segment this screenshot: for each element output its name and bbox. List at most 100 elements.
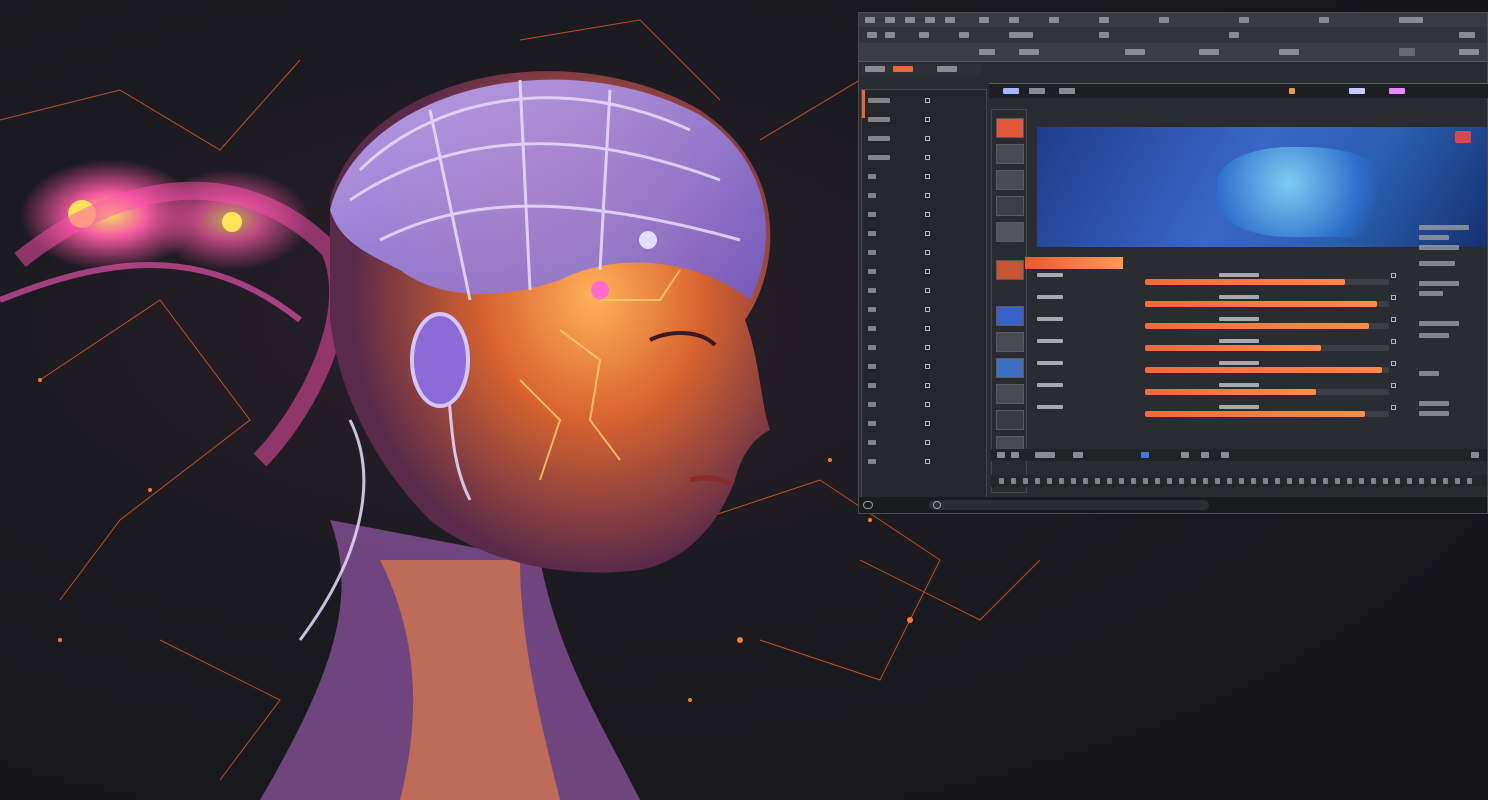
timeline-marker[interactable] [1215,478,1220,484]
timeline-marker[interactable] [1347,478,1352,484]
doc-tab[interactable] [1389,88,1405,94]
menu-item[interactable] [1399,17,1423,23]
control-button[interactable] [1073,452,1083,458]
control-button[interactable] [1141,452,1149,458]
control-button[interactable] [1181,452,1189,458]
property-checkbox[interactable] [1391,295,1396,300]
timeline-marker[interactable] [1335,478,1340,484]
checkbox[interactable] [925,364,930,369]
sidebar-row[interactable] [868,400,980,410]
tool-button[interactable] [959,32,969,38]
property-checkbox[interactable] [1391,273,1396,278]
timeline-marker[interactable] [1083,478,1088,484]
control-button[interactable] [1471,452,1479,458]
thumbnail[interactable] [996,222,1024,242]
timeline-marker[interactable] [1251,478,1256,484]
timeline-marker[interactable] [1287,478,1292,484]
timeline-marker[interactable] [1071,478,1076,484]
checkbox[interactable] [925,117,930,122]
checkbox[interactable] [925,402,930,407]
doc-tab[interactable] [1289,88,1295,94]
checkbox[interactable] [925,459,930,464]
timeline-marker[interactable] [1011,478,1016,484]
menu-item[interactable] [925,17,935,23]
tool-button[interactable] [1099,32,1109,38]
preview-badge-icon[interactable] [1455,131,1471,143]
thumbnail[interactable] [996,384,1024,404]
thumbnail[interactable] [996,260,1024,280]
timeline-marker[interactable] [1395,478,1400,484]
control-button[interactable] [997,452,1005,458]
timeline-marker[interactable] [999,478,1004,484]
tool-button[interactable] [1459,32,1475,38]
tool-button[interactable] [885,32,895,38]
menu-item[interactable] [905,17,915,23]
sidebar-row[interactable] [868,267,980,277]
tab-layers[interactable] [865,66,885,72]
option-button[interactable] [1459,49,1479,55]
checkbox[interactable] [925,269,930,274]
timeline-marker[interactable] [1059,478,1064,484]
menu-item[interactable] [979,17,989,23]
property-slider[interactable] [1145,367,1389,373]
timeline-marker[interactable] [1155,478,1160,484]
sidebar-row[interactable] [868,362,980,372]
tool-button[interactable] [919,32,929,38]
sidebar-row[interactable] [868,381,980,391]
thumbnail[interactable] [996,170,1024,190]
property-checkbox[interactable] [1391,383,1396,388]
sidebar-row[interactable] [868,324,980,334]
sidebar-row[interactable] [868,210,980,220]
checkbox[interactable] [925,155,930,160]
timeline-marker[interactable] [1023,478,1028,484]
option-button[interactable] [1125,49,1145,55]
timeline-marker[interactable] [1179,478,1184,484]
timeline-marker[interactable] [1203,478,1208,484]
menu-item[interactable] [945,17,955,23]
timeline-marker[interactable] [1167,478,1172,484]
sidebar-row[interactable] [868,115,980,125]
menu-item[interactable] [1009,17,1019,23]
timeline-marker[interactable] [1035,478,1040,484]
timeline-marker[interactable] [1407,478,1412,484]
timeline-marker[interactable] [1275,478,1280,484]
thumbnail[interactable] [996,358,1024,378]
doc-tab[interactable] [1059,88,1075,94]
checkbox[interactable] [925,345,930,350]
timeline-marker[interactable] [1419,478,1424,484]
checkbox[interactable] [925,98,930,103]
timeline-marker[interactable] [1455,478,1460,484]
option-button[interactable] [1019,49,1039,55]
checkbox[interactable] [925,288,930,293]
timeline-marker[interactable] [1131,478,1136,484]
sidebar-row[interactable] [868,96,980,106]
thumbnail[interactable] [996,306,1024,326]
tab-history[interactable] [937,66,957,72]
option-button[interactable] [1399,48,1415,56]
sidebar-row[interactable] [868,248,980,258]
timeline-marker[interactable] [1311,478,1316,484]
timeline-marker[interactable] [1443,478,1448,484]
checkbox[interactable] [925,307,930,312]
sidebar-row[interactable] [868,305,980,315]
tool-button[interactable] [1229,32,1239,38]
timeline-marker[interactable] [1383,478,1388,484]
thumbnail[interactable] [996,196,1024,216]
doc-tab[interactable] [1349,88,1365,94]
menu-item[interactable] [1049,17,1059,23]
property-checkbox[interactable] [1391,317,1396,322]
sidebar-row[interactable] [868,438,980,448]
checkbox[interactable] [925,383,930,388]
property-slider[interactable] [1145,323,1389,329]
control-button[interactable] [1221,452,1229,458]
property-slider[interactable] [1145,389,1389,395]
thumbnail[interactable] [996,332,1024,352]
timeline-marker[interactable] [1263,478,1268,484]
doc-tab[interactable] [1029,88,1045,94]
checkbox[interactable] [925,212,930,217]
timeline-marker[interactable] [1323,478,1328,484]
option-button[interactable] [1279,49,1299,55]
checkbox[interactable] [925,136,930,141]
sidebar-row[interactable] [868,419,980,429]
property-slider[interactable] [1145,301,1389,307]
